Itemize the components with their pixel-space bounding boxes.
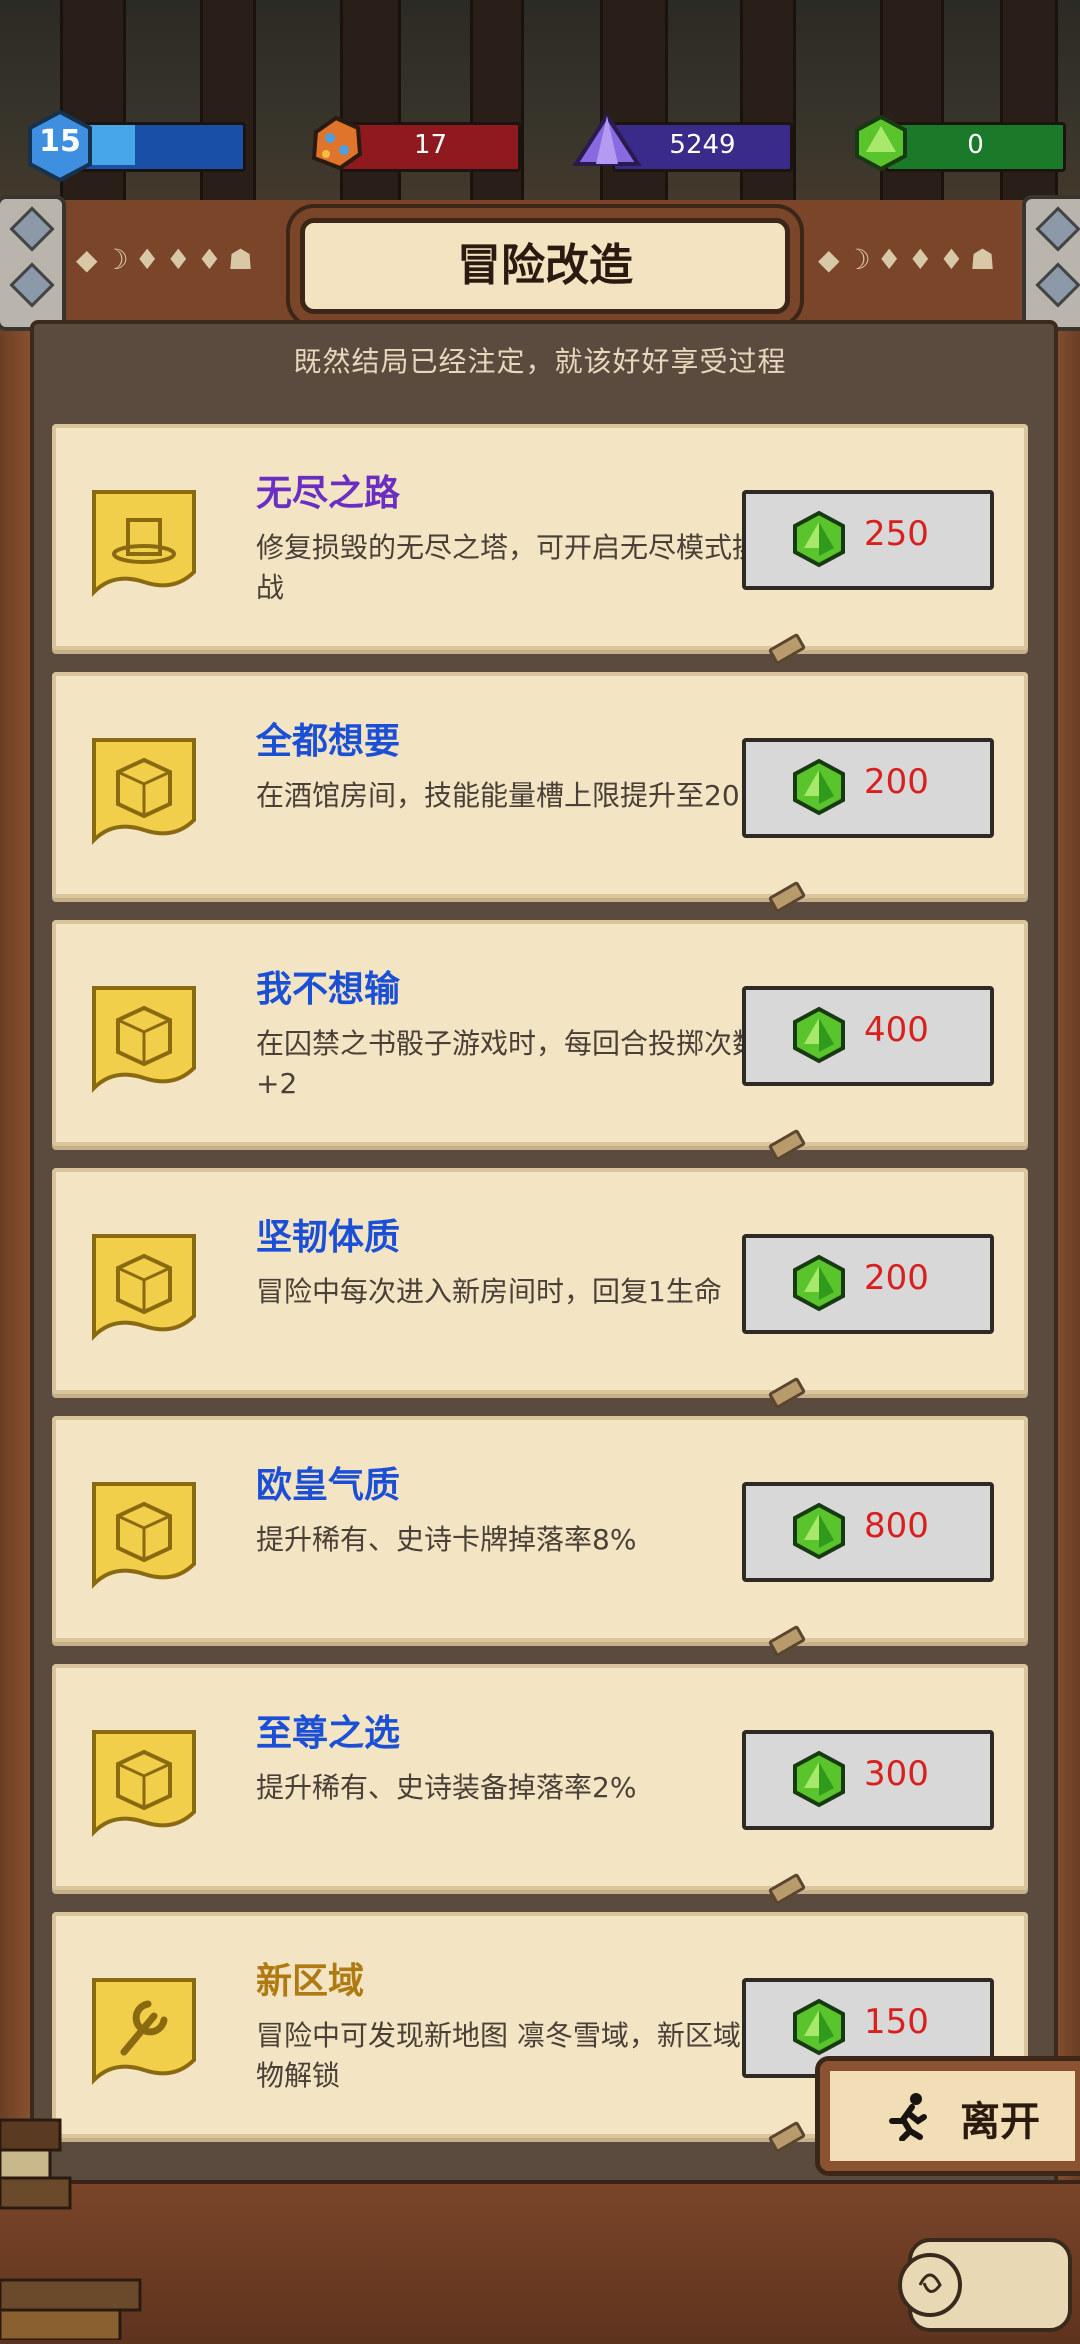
upgrade-card[interactable]: 至尊之选提升稀有、史诗装备掉落率2% 300 bbox=[52, 1664, 1028, 1906]
page-subtitle: 既然结局已经注定，就该好好享受过程 bbox=[293, 345, 787, 378]
green-gem-icon bbox=[790, 758, 848, 816]
dice-icon bbox=[84, 968, 204, 1098]
crystal-icon bbox=[572, 112, 642, 166]
green-gem-icon bbox=[790, 1750, 848, 1808]
green-gem-icon bbox=[790, 1502, 848, 1560]
upgrade-title: 坚韧体质 bbox=[256, 1217, 401, 1258]
upgrade-description: 冒险中可发现新地图 凛冬雪域，新区域怪物解锁 bbox=[256, 2019, 769, 2092]
upgrade-price: 400 bbox=[864, 1010, 929, 1050]
page-title: 冒险改造 bbox=[300, 218, 790, 314]
upgrade-card[interactable]: 欧皇气质提升稀有、史诗卡牌掉落率8% 800 bbox=[52, 1416, 1028, 1658]
purchase-button[interactable]: 300 bbox=[742, 1730, 994, 1830]
level-value: 15 bbox=[39, 124, 81, 159]
gem-value: 0 bbox=[967, 130, 984, 160]
upgrade-price: 200 bbox=[864, 1258, 929, 1298]
hat-icon bbox=[84, 472, 204, 602]
upgrade-card[interactable]: 坚韧体质冒险中每次进入新房间时，回复1生命 200 bbox=[52, 1168, 1028, 1410]
wrench-icon bbox=[84, 1960, 204, 2090]
upgrade-title: 无尽之路 bbox=[256, 473, 401, 514]
upgrade-price: 150 bbox=[864, 2002, 929, 2042]
green-gem-icon bbox=[790, 1998, 848, 2056]
upgrade-card[interactable]: 我不想输在囚禁之书骰子游戏时，每回合投掷次数+2 400 bbox=[52, 920, 1028, 1162]
purchase-button[interactable]: 200 bbox=[742, 738, 994, 838]
purchase-button[interactable]: 250 bbox=[742, 490, 994, 590]
upgrade-description: 提升稀有、史诗卡牌掉落率8% bbox=[256, 1523, 637, 1556]
upgrade-card[interactable]: 无尽之路修复损毁的无尽之塔，可开启无尽模式挑战 250 bbox=[52, 424, 1028, 666]
gem-bar: 0 bbox=[885, 122, 1066, 172]
upgrade-card[interactable]: 全都想要在酒馆房间，技能能量槽上限提升至20 200 bbox=[52, 672, 1028, 914]
green-gem-icon bbox=[855, 114, 907, 172]
scroll-decoration bbox=[898, 2238, 1072, 2332]
dice-icon bbox=[84, 1712, 204, 1842]
purchase-button[interactable]: 800 bbox=[742, 1482, 994, 1582]
dice-icon bbox=[84, 720, 204, 850]
leave-button-label: 离开 bbox=[960, 2099, 1040, 2145]
running-man-icon bbox=[889, 2093, 927, 2141]
upgrade-title: 全都想要 bbox=[256, 721, 401, 762]
upgrade-description: 冒险中每次进入新房间时，回复1生命 bbox=[256, 1275, 722, 1308]
ore-bar: 17 bbox=[340, 122, 521, 172]
books-decoration bbox=[0, 2118, 142, 2340]
upgrade-price: 300 bbox=[864, 1754, 929, 1794]
upgrade-description: 在囚禁之书骰子游戏时，每回合投掷次数+2 bbox=[256, 1027, 761, 1100]
upgrade-title: 欧皇气质 bbox=[256, 1465, 401, 1506]
upgrade-title: 至尊之选 bbox=[256, 1713, 401, 1754]
ore-icon bbox=[311, 115, 363, 171]
purchase-button[interactable]: 200 bbox=[742, 1234, 994, 1334]
green-gem-icon bbox=[790, 1254, 848, 1312]
purchase-button[interactable]: 400 bbox=[742, 986, 994, 1086]
ore-value: 17 bbox=[413, 130, 448, 160]
left-corner-stone bbox=[0, 195, 66, 331]
green-gem-icon bbox=[790, 1006, 848, 1064]
upgrade-price: 200 bbox=[864, 762, 929, 802]
resource-bar: 15 17 5249 0 bbox=[0, 109, 1080, 183]
left-title-decoration: ◆☽♦♦♦☗ bbox=[76, 243, 260, 276]
green-gem-icon bbox=[790, 510, 848, 568]
leave-button[interactable]: 离开 bbox=[815, 2056, 1080, 2176]
upgrade-description: 在酒馆房间，技能能量槽上限提升至20 bbox=[256, 779, 740, 812]
upgrade-price: 250 bbox=[864, 514, 929, 554]
upgrade-title: 我不想输 bbox=[256, 969, 401, 1010]
right-corner-stone bbox=[1022, 195, 1080, 331]
upgrade-description: 修复损毁的无尽之塔，可开启无尽模式挑战 bbox=[256, 531, 761, 604]
right-title-decoration: ◆☽♦♦♦☗ bbox=[818, 243, 1002, 276]
upgrade-price: 800 bbox=[864, 1506, 929, 1546]
upgrade-title: 新区域 bbox=[256, 1961, 365, 2002]
crystal-value: 5249 bbox=[669, 130, 736, 160]
dice-icon bbox=[84, 1216, 204, 1346]
dice-icon bbox=[84, 1464, 204, 1594]
upgrade-description: 提升稀有、史诗装备掉落率2% bbox=[256, 1771, 637, 1804]
